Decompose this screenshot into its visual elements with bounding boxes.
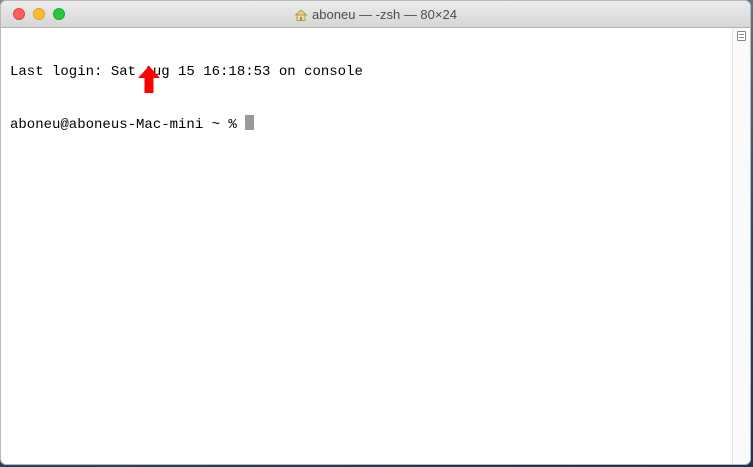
scroll-marks-icon[interactable] <box>737 31 746 41</box>
red-arrow-up-icon <box>138 66 160 93</box>
last-login-line: Last login: Sat Aug 15 16:18:53 on conso… <box>10 64 363 80</box>
zoom-button[interactable] <box>53 8 65 20</box>
prompt-line[interactable]: aboneu@aboneus-Mac-mini ~ % <box>10 115 723 133</box>
scrollbar[interactable] <box>732 28 750 464</box>
minimize-button[interactable] <box>33 8 45 20</box>
terminal-content[interactable]: Last login: Sat Aug 15 16:18:53 on conso… <box>1 28 732 464</box>
terminal-window: aboneu — -zsh — 80×24 Last login: Sat Au… <box>0 0 751 465</box>
window-title-group: aboneu — -zsh — 80×24 <box>294 7 457 22</box>
prompt-text: aboneu@aboneus-Mac-mini ~ % <box>10 117 246 133</box>
title-bar[interactable]: aboneu — -zsh — 80×24 <box>1 1 750 28</box>
close-button[interactable] <box>13 8 25 20</box>
window-title: aboneu — -zsh — 80×24 <box>312 7 457 22</box>
home-folder-icon <box>294 8 308 21</box>
text-cursor <box>245 115 255 130</box>
